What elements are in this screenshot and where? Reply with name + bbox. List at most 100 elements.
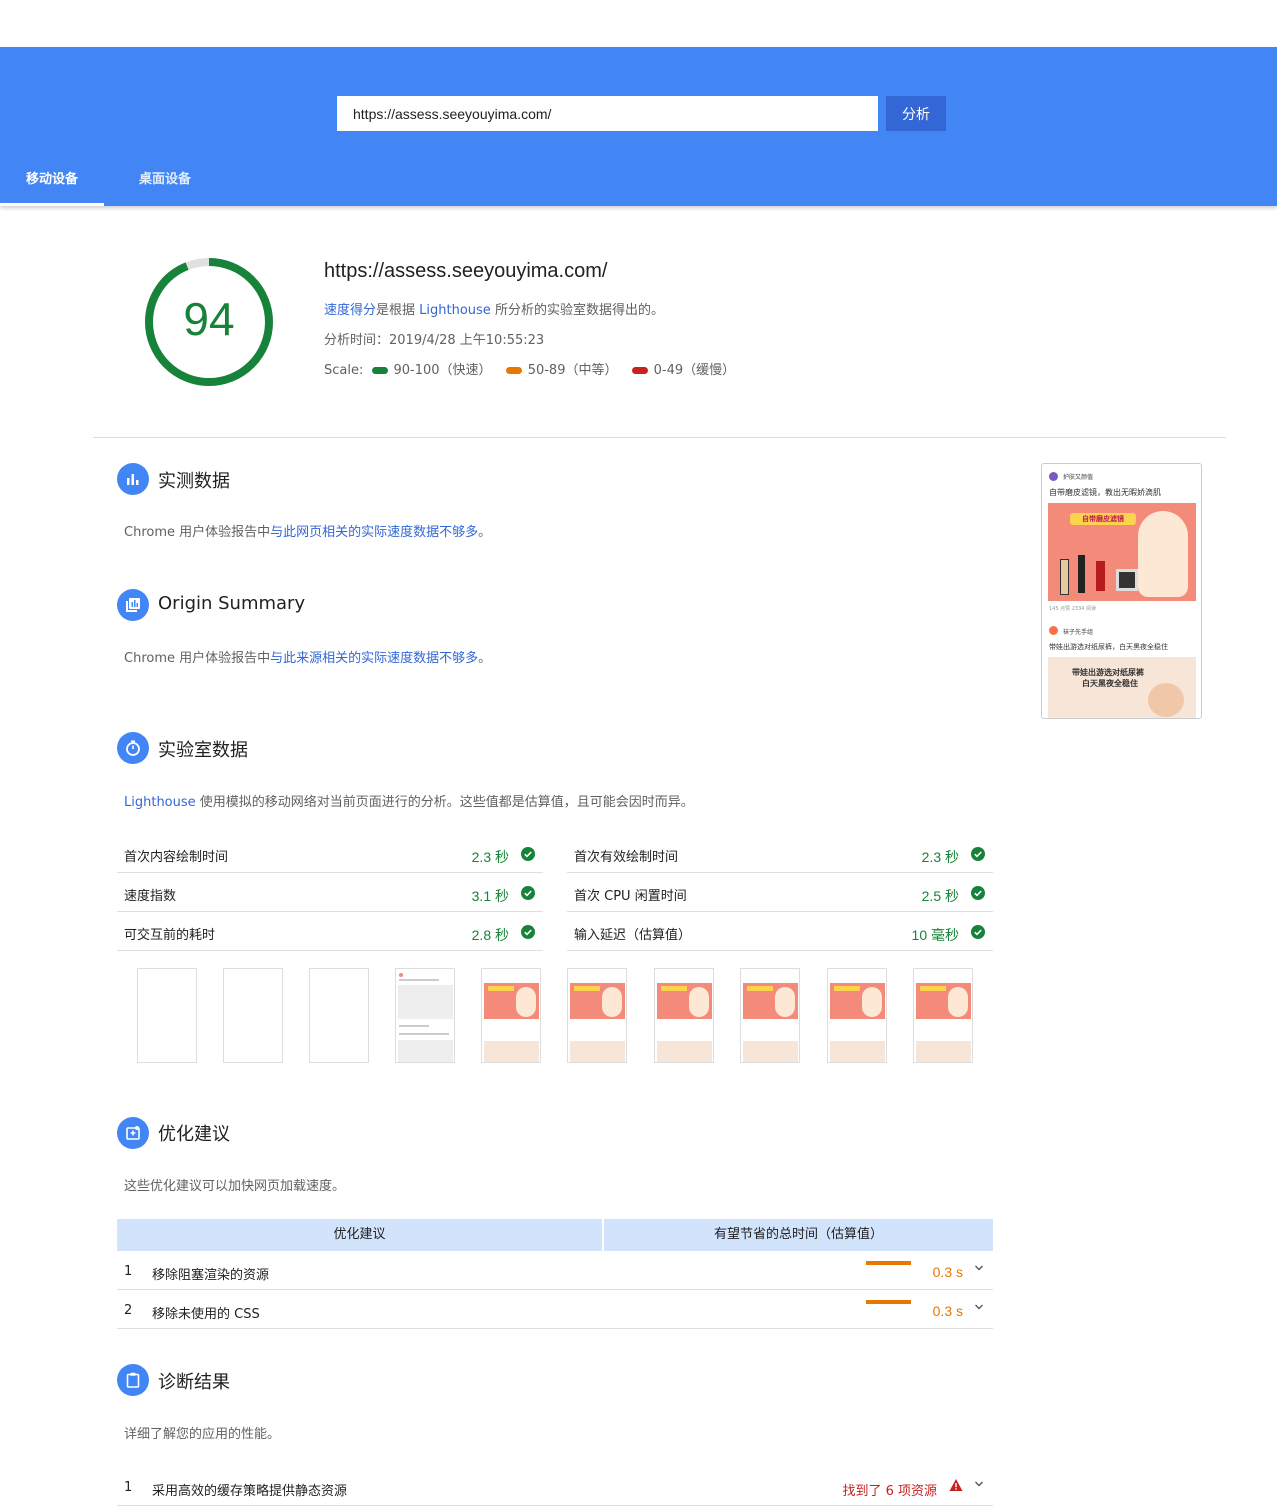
opportunity-icon: [117, 1117, 149, 1149]
diagnostics-desc: 详细了解您的应用的性能。: [124, 1427, 281, 1442]
metric-value: 2.3 秒: [471, 849, 509, 865]
product: [1060, 559, 1069, 595]
metric-fmp: 首次有效绘制时间 2.3 秒: [567, 834, 993, 873]
baby-photo: [1148, 683, 1184, 717]
stopwatch-icon: [117, 732, 149, 764]
metric-value: 2.3 秒: [921, 849, 959, 865]
savings-value: 0.3 s: [932, 1264, 963, 1280]
scale-average: 50-89（中等）: [527, 363, 618, 378]
slow-dot: [631, 367, 648, 374]
metric-first-cpu-idle: 首次 CPU 闲置时间 2.5 秒: [567, 873, 993, 912]
scale-label: Scale:: [324, 363, 364, 378]
desc-text: Chrome 用户体验报告中: [124, 651, 271, 666]
illustration: [1138, 511, 1188, 597]
score-value: 94: [183, 293, 235, 345]
savings-value: 0.3 s: [932, 1303, 963, 1319]
filmstrip-frame: [913, 968, 973, 1063]
diagnostic-row[interactable]: 1 采用高效的缓存策略提供静态资源 找到了 6 项资源: [117, 1467, 993, 1506]
final-screenshot: 护肤又颜值 自带磨皮滤镜，教出无暇娇滴肌 自带磨皮滤镜 145 点赞 2334 …: [1041, 463, 1202, 719]
filmstrip-frame: [567, 968, 627, 1063]
banner-text: 带娃出游选对纸尿裤: [1072, 668, 1144, 677]
metric-value: 2.5 秒: [921, 888, 959, 904]
check-icon: [521, 886, 535, 900]
post-image: 自带磨皮滤镜: [1048, 503, 1196, 601]
metric-fcp: 首次内容绘制时间 2.3 秒: [117, 834, 543, 873]
desc-text: 使用模拟的移动网络对当前页面进行的分析。这些值都是估算值，且可能会因时而异。: [195, 795, 694, 810]
scale-slow: 0-49（缓慢）: [653, 363, 736, 378]
lighthouse-link[interactable]: Lighthouse: [419, 303, 491, 318]
desc-text: 是根据: [376, 303, 420, 318]
metric-label: 首次内容绘制时间: [124, 850, 229, 865]
bar-chart-icon: [117, 463, 149, 495]
savings-bar: [866, 1261, 911, 1265]
diagnostics-title: 诊断结果: [158, 1372, 230, 1393]
origin-data-link[interactable]: 与此来源相关的实际速度数据不够多: [270, 651, 478, 666]
library-icon: [117, 589, 149, 621]
origin-summary-desc: Chrome 用户体验报告中与此来源相关的实际速度数据不够多。: [124, 647, 491, 666]
tab-mobile[interactable]: 移动设备: [0, 157, 104, 206]
lighthouse-link[interactable]: Lighthouse: [124, 795, 196, 810]
metric-label: 可交互前的耗时: [124, 928, 216, 943]
opportunity-column-header: 优化建议: [117, 1219, 602, 1251]
filmstrip-frame: [740, 968, 800, 1063]
metric-value: 3.1 秒: [471, 888, 509, 904]
metric-input-latency: 输入延迟（估算值） 10 毫秒: [567, 912, 993, 951]
opportunities-title: 优化建议: [158, 1124, 230, 1145]
check-icon: [971, 847, 985, 861]
tab-desktop[interactable]: 桌面设备: [113, 157, 217, 206]
field-data-link[interactable]: 与此网页相关的实际速度数据不够多: [270, 525, 478, 540]
savings-bar: [866, 1300, 911, 1304]
resources-found: 找到了 6 项资源: [842, 1484, 937, 1499]
field-data-title: 实测数据: [158, 471, 230, 492]
warning-icon: [949, 1479, 963, 1491]
chevron-down-icon[interactable]: [974, 1302, 984, 1312]
lab-data-desc: Lighthouse 使用模拟的移动网络对当前页面进行的分析。这些值都是估算值，…: [124, 791, 694, 810]
savings-column-header: 有望节省的总时间（估算值）: [604, 1219, 993, 1251]
product: [1078, 555, 1085, 593]
filmstrip-frame: [654, 968, 714, 1063]
top-bar: 分析 移动设备 桌面设备: [0, 47, 1277, 206]
clipboard-icon: [117, 1364, 149, 1396]
desc-text: Chrome 用户体验报告中: [124, 525, 271, 540]
score-description: 速度得分是根据 Lighthouse 所分析的实验室数据得出的。: [324, 299, 664, 318]
url-input[interactable]: [337, 96, 878, 131]
row-number: 1: [124, 1264, 133, 1279]
chevron-down-icon[interactable]: [974, 1263, 984, 1273]
check-icon: [971, 886, 985, 900]
check-icon: [971, 925, 985, 939]
row-number: 1: [124, 1480, 133, 1495]
opportunities-desc: 这些优化建议可以加快网页加载速度。: [124, 1179, 346, 1194]
desc-text: 。: [478, 525, 492, 540]
product: [1116, 569, 1138, 591]
desc-text: 。: [478, 651, 492, 666]
row-number: 2: [124, 1303, 133, 1318]
post-author: 护肤又颜值: [1063, 474, 1094, 481]
post-image: 带娃出游选对纸尿裤 白天黑夜全稳住: [1048, 657, 1196, 718]
desc-text: 所分析的实验室数据得出的。: [490, 303, 664, 318]
metric-value: 2.8 秒: [471, 927, 509, 943]
post-title: 带娃出游选对纸尿裤，白天黑夜全稳住: [1049, 643, 1168, 651]
product: [1096, 561, 1105, 591]
divider: [93, 437, 1226, 438]
opportunity-row[interactable]: 2 移除未使用的 CSS 0.3 s: [117, 1290, 993, 1329]
scale-fast: 90-100（快速）: [393, 363, 492, 378]
post-title: 自带磨皮滤镜，教出无暇娇滴肌: [1049, 488, 1161, 497]
filmstrip-frame: [481, 968, 541, 1063]
score-scale: Scale: 90-100（快速） 50-89（中等） 0-49（缓慢）: [324, 359, 735, 378]
analyze-button[interactable]: 分析: [886, 96, 946, 131]
banner-text: 白天黑夜全稳住: [1082, 679, 1138, 688]
speed-score-link[interactable]: 速度得分: [324, 303, 376, 318]
metric-label: 输入延迟（估算值）: [574, 928, 692, 943]
check-icon: [521, 847, 535, 861]
chevron-down-icon[interactable]: [974, 1479, 984, 1489]
filmstrip-frame: [395, 968, 455, 1063]
metric-tti: 可交互前的耗时 2.8 秒: [117, 912, 543, 951]
fast-dot: [371, 367, 388, 374]
analysis-time: 分析时间：2019/4/28 上午10:55:23: [324, 333, 545, 348]
opportunity-row[interactable]: 1 移除阻塞渲染的资源 0.3 s: [117, 1251, 993, 1290]
banner-text: 自带磨皮滤镜: [1070, 513, 1136, 525]
analyzed-url: https://assess.seeyouyima.com/: [324, 260, 608, 282]
filmstrip-frame: [309, 968, 369, 1063]
opportunity-label: 移除未使用的 CSS: [152, 1307, 260, 1322]
metric-label: 首次 CPU 闲置时间: [574, 889, 687, 904]
